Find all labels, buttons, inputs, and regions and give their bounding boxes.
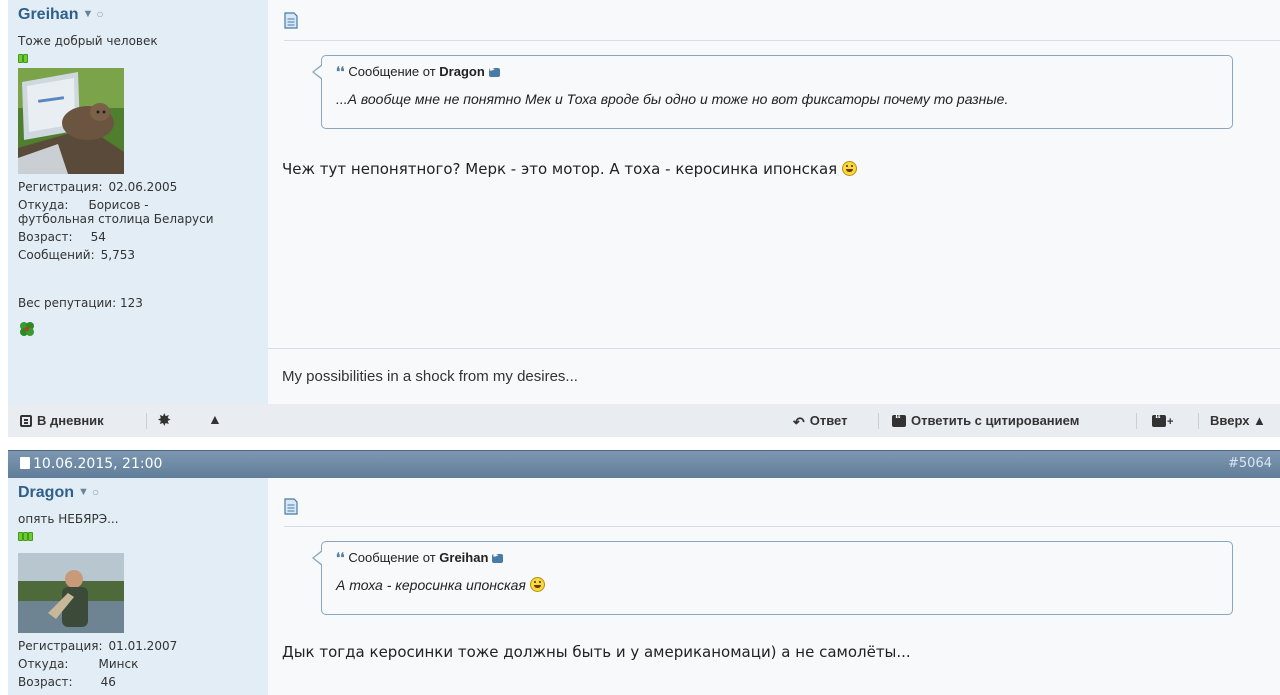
avatar[interactable] <box>18 68 124 174</box>
user-title: опять НЕБЯРЭ... <box>18 512 119 526</box>
back-to-top-button[interactable]: Вверх ▲ <box>1210 413 1266 428</box>
post-status-icon <box>20 457 30 469</box>
report-warning-icon[interactable]: ▲ <box>208 411 222 427</box>
quote-block: ❛❛Сообщение от Greihan А тоха - керосинк… <box>312 541 1233 615</box>
reputation-weight: Вес репутации: 123 <box>18 296 143 310</box>
view-post-icon[interactable] <box>488 65 500 77</box>
signature: My possibilities in a shock from my desi… <box>282 368 578 385</box>
quote-icon: ❛❛ <box>336 64 345 79</box>
clover-icon <box>18 320 36 338</box>
user-menu-arrow-icon[interactable]: ▼ <box>82 8 93 20</box>
view-post-icon[interactable] <box>492 551 504 563</box>
user-title: Тоже добрый человек <box>18 34 158 48</box>
reply-arrow-icon: ↶ <box>793 414 805 430</box>
post-number-link[interactable]: #5064 <box>1228 456 1272 471</box>
offline-status-icon: ○ <box>91 485 100 499</box>
smiley-icon <box>529 577 545 592</box>
quote-bubble-icon <box>892 412 906 427</box>
multi-quote-button[interactable]: + <box>1152 412 1173 428</box>
quote-icon: ❛❛ <box>336 550 345 565</box>
divider <box>284 40 1280 41</box>
user-info-panel: Greihan ▼ ○ Тоже добрый человек Регистраци… <box>8 0 268 404</box>
post-greihan: Greihan ▼ ○ Тоже добрый человек Регистраци… <box>8 0 1280 437</box>
reply-with-quote-button[interactable]: Ответить с цитированием <box>892 412 1079 428</box>
user-stats: Регистрация: 02.06.2005 Откуда: Борисов - … <box>18 180 214 262</box>
signature-divider <box>268 348 1280 349</box>
post-document-icon <box>284 12 298 29</box>
post-header: 10.06.2015, 21:00 #5064 <box>8 450 1280 479</box>
post-body: ❛❛Сообщение от Greihan А тоха - керосинк… <box>268 478 1280 695</box>
post-action-bar: В дневник ✸ ▲ ↶Ответ Ответить с цитирова… <box>8 404 1280 437</box>
reputation-bars <box>18 52 28 63</box>
smiley-icon <box>841 161 857 176</box>
username-link[interactable]: Greihan ▼ ○ <box>18 6 104 24</box>
quote-author: Greihan <box>439 550 489 565</box>
multi-quote-icon <box>1152 412 1166 427</box>
quote-text: ...А вообще мне не понятно Мек и Тоха вр… <box>336 91 1009 107</box>
post-date: 10.06.2015, 21:00 <box>20 456 162 472</box>
reply-button[interactable]: ↶ Ответ <box>793 413 847 431</box>
reputation-bars <box>18 530 33 541</box>
quote-text: А тоха - керосинка ипонская <box>336 577 545 593</box>
add-to-diary-button[interactable]: В дневник <box>20 413 104 428</box>
offline-status-icon: ○ <box>96 7 104 21</box>
post-document-icon <box>284 498 298 515</box>
quote-author: Dragon <box>439 64 485 79</box>
diary-icon <box>20 415 32 427</box>
post-body: ❛❛Сообщение от Dragon ...А вообще мне не… <box>268 0 1280 404</box>
quote-header: ❛❛ Сообщение от Dragon <box>336 64 500 80</box>
post-dragon: 10.06.2015, 21:00 #5064 Dragon ▼ ○ опять Н… <box>8 450 1280 695</box>
avatar[interactable] <box>18 553 124 633</box>
divider <box>284 526 1280 527</box>
user-info-panel: Dragon ▼ ○ опять НЕБЯРЭ... Регистрация: 01.… <box>8 478 268 695</box>
user-stats: Регистрация: 01.01.2007 Откуда: Минск Возр… <box>18 639 178 689</box>
star-icon[interactable]: ✸ <box>158 411 171 429</box>
quote-header: ❛❛ Сообщение от Greihan <box>336 550 504 566</box>
post-message: Чеж тут непонятного? Мерк - это мотор. А… <box>282 160 857 178</box>
quote-block: ❛❛Сообщение от Dragon ...А вообще мне не… <box>312 55 1233 129</box>
user-menu-arrow-icon[interactable]: ▼ <box>78 486 89 498</box>
username-link[interactable]: Dragon ▼ ○ <box>18 484 99 502</box>
post-message: Дык тогда керосинки тоже должны быть и у… <box>282 643 911 661</box>
